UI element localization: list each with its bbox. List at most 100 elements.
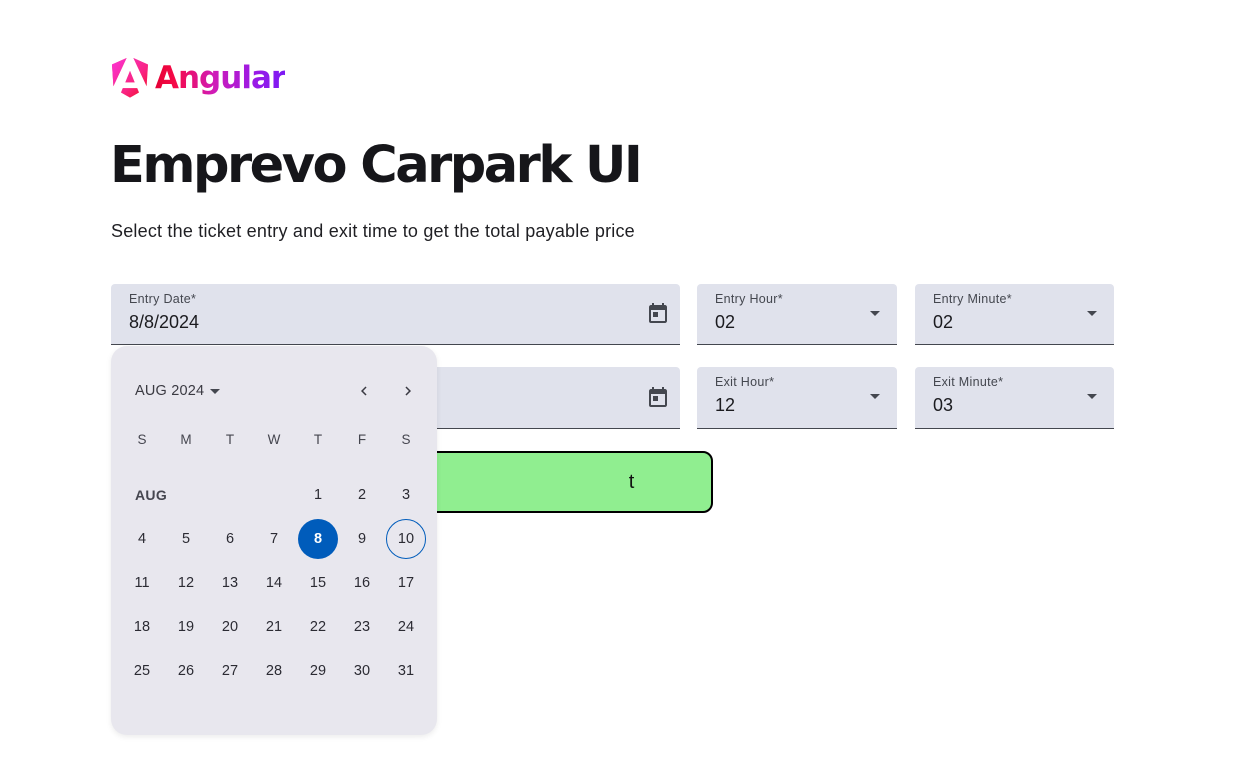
entry-date-field[interactable]: Entry Date* 8/8/2024 — [111, 284, 680, 345]
submit-button-label: t — [628, 470, 635, 493]
calendar-day[interactable]: 22 — [296, 605, 340, 649]
exit-hour-label: Exit Hour* — [715, 375, 775, 389]
calendar-day-number: 26 — [177, 663, 195, 679]
exit-minute-value: 03 — [933, 395, 954, 415]
month-label: AUG — [135, 487, 168, 503]
chevron-down-icon — [210, 388, 221, 394]
calendar-day-number: 1 — [313, 487, 323, 503]
calendar-day-number: 25 — [133, 663, 151, 679]
calendar-day-number: 17 — [397, 575, 415, 591]
chevron-right-icon — [405, 386, 411, 396]
calendar-day[interactable]: 14 — [252, 561, 296, 605]
exit-minute-select[interactable]: Exit Minute* 03 — [915, 367, 1114, 429]
page-title: Emprevo Carpark UI — [110, 136, 643, 195]
calendar-day-number: 13 — [221, 575, 239, 591]
entry-date-label: Entry Date* — [129, 292, 197, 306]
calendar-day-number: 11 — [134, 575, 150, 591]
calendar-day-number: 3 — [401, 487, 411, 503]
exit-minute-label: Exit Minute* — [933, 375, 1004, 389]
angular-logo: Angular — [111, 58, 286, 98]
calendar-day[interactable]: 4 — [120, 517, 164, 561]
calendar-day-number: 23 — [353, 619, 371, 635]
dropdown-arrow-icon[interactable] — [870, 311, 880, 316]
calendar-day[interactable]: 27 — [208, 649, 252, 693]
entry-hour-value: 02 — [715, 312, 736, 332]
weekday-label: W — [267, 432, 281, 447]
datepicker-popup: AUG 2024 SMTWTFS AUG 1 2 3 4 5 6 7 8 9 10 11 12 13 14… — [111, 346, 437, 735]
calendar-day-number: 5 — [181, 531, 191, 547]
calendar-day[interactable]: 19 — [164, 605, 208, 649]
dropdown-arrow-icon[interactable] — [870, 394, 880, 399]
period-select-button[interactable]: AUG 2024 — [135, 374, 221, 408]
calendar-day[interactable]: 7 — [252, 517, 296, 561]
calendar-day-number: 10 — [386, 519, 426, 559]
calendar-day-number: 18 — [133, 619, 151, 635]
calendar-day-number: 27 — [221, 663, 239, 679]
calendar-day[interactable]: 24 — [384, 605, 428, 649]
calendar-day[interactable]: 1 — [296, 473, 340, 517]
calendar-day-number: 21 — [265, 619, 283, 635]
calendar-day[interactable]: 9 — [340, 517, 384, 561]
calendar-day[interactable]: 20 — [208, 605, 252, 649]
entry-minute-select[interactable]: Entry Minute* 02 — [915, 284, 1114, 345]
calendar-day-number: 16 — [353, 575, 371, 591]
chevron-left-icon — [361, 386, 367, 396]
weekday-label: S — [137, 432, 147, 447]
exit-hour-select[interactable]: Exit Hour* 12 — [697, 367, 897, 429]
calendar-day-number: 14 — [265, 575, 283, 591]
weekday-label: T — [313, 432, 323, 447]
dropdown-arrow-icon[interactable] — [1087, 311, 1097, 316]
calendar-day-number: 12 — [177, 575, 195, 591]
calendar-day[interactable]: 13 — [208, 561, 252, 605]
calendar-day[interactable]: 15 — [296, 561, 340, 605]
calendar-day[interactable]: 5 — [164, 517, 208, 561]
calendar-day[interactable]: 21 — [252, 605, 296, 649]
weekday-label: F — [357, 432, 367, 447]
entry-hour-label: Entry Hour* — [715, 292, 783, 306]
calendar-day[interactable]: 16 — [340, 561, 384, 605]
angular-shield-icon — [112, 58, 148, 98]
calendar-day-number: 15 — [309, 575, 327, 591]
calendar-day-number: 2 — [357, 487, 367, 503]
calendar-day[interactable]: 8 — [296, 517, 340, 561]
page-subtitle: Select the ticket entry and exit time to… — [111, 221, 635, 241]
calendar-day[interactable]: 31 — [384, 649, 428, 693]
calendar-day[interactable]: 30 — [340, 649, 384, 693]
calendar-day[interactable]: 23 — [340, 605, 384, 649]
calendar-day-number: 31 — [397, 663, 415, 679]
calendar-day[interactable]: 26 — [164, 649, 208, 693]
previous-month-button[interactable] — [348, 375, 380, 407]
entry-minute-value: 02 — [933, 312, 954, 332]
calendar-day-number: 8 — [298, 519, 338, 559]
period-label: AUG 2024 — [135, 383, 205, 399]
calendar-day[interactable]: 29 — [296, 649, 340, 693]
dropdown-arrow-icon[interactable] — [1087, 394, 1097, 399]
calendar-header: AUG 2024 — [111, 374, 437, 408]
calendar-day[interactable]: 25 — [120, 649, 164, 693]
calendar-day-number: 6 — [225, 531, 235, 547]
calendar-day[interactable]: 2 — [340, 473, 384, 517]
calendar-day-number: 4 — [137, 531, 147, 547]
calendar-day[interactable]: 3 — [384, 473, 428, 517]
entry-hour-select[interactable]: Entry Hour* 02 — [697, 284, 897, 345]
calendar-day[interactable]: 12 — [164, 561, 208, 605]
entry-date-value[interactable]: 8/8/2024 — [129, 312, 199, 333]
calendar-day-number: 30 — [353, 663, 371, 679]
calendar-day-number: 7 — [269, 531, 279, 547]
calendar-day[interactable]: 11 — [120, 561, 164, 605]
weekday-label: T — [225, 432, 235, 447]
weekday-label: S — [401, 432, 411, 447]
calendar-day-number: 29 — [309, 663, 327, 679]
entry-minute-label: Entry Minute* — [933, 292, 1012, 306]
calendar-day[interactable]: 10 — [384, 517, 428, 561]
exit-hour-value: 12 — [715, 395, 736, 415]
calendar-day[interactable]: 6 — [208, 517, 252, 561]
calendar-icon[interactable] — [646, 385, 670, 409]
calendar-day[interactable]: 18 — [120, 605, 164, 649]
calendar-icon[interactable] — [646, 301, 670, 325]
calendar-day-number: 24 — [397, 619, 415, 635]
next-month-button[interactable] — [392, 375, 424, 407]
calendar-day-number: 20 — [221, 619, 239, 635]
calendar-day[interactable]: 17 — [384, 561, 428, 605]
calendar-day[interactable]: 28 — [252, 649, 296, 693]
